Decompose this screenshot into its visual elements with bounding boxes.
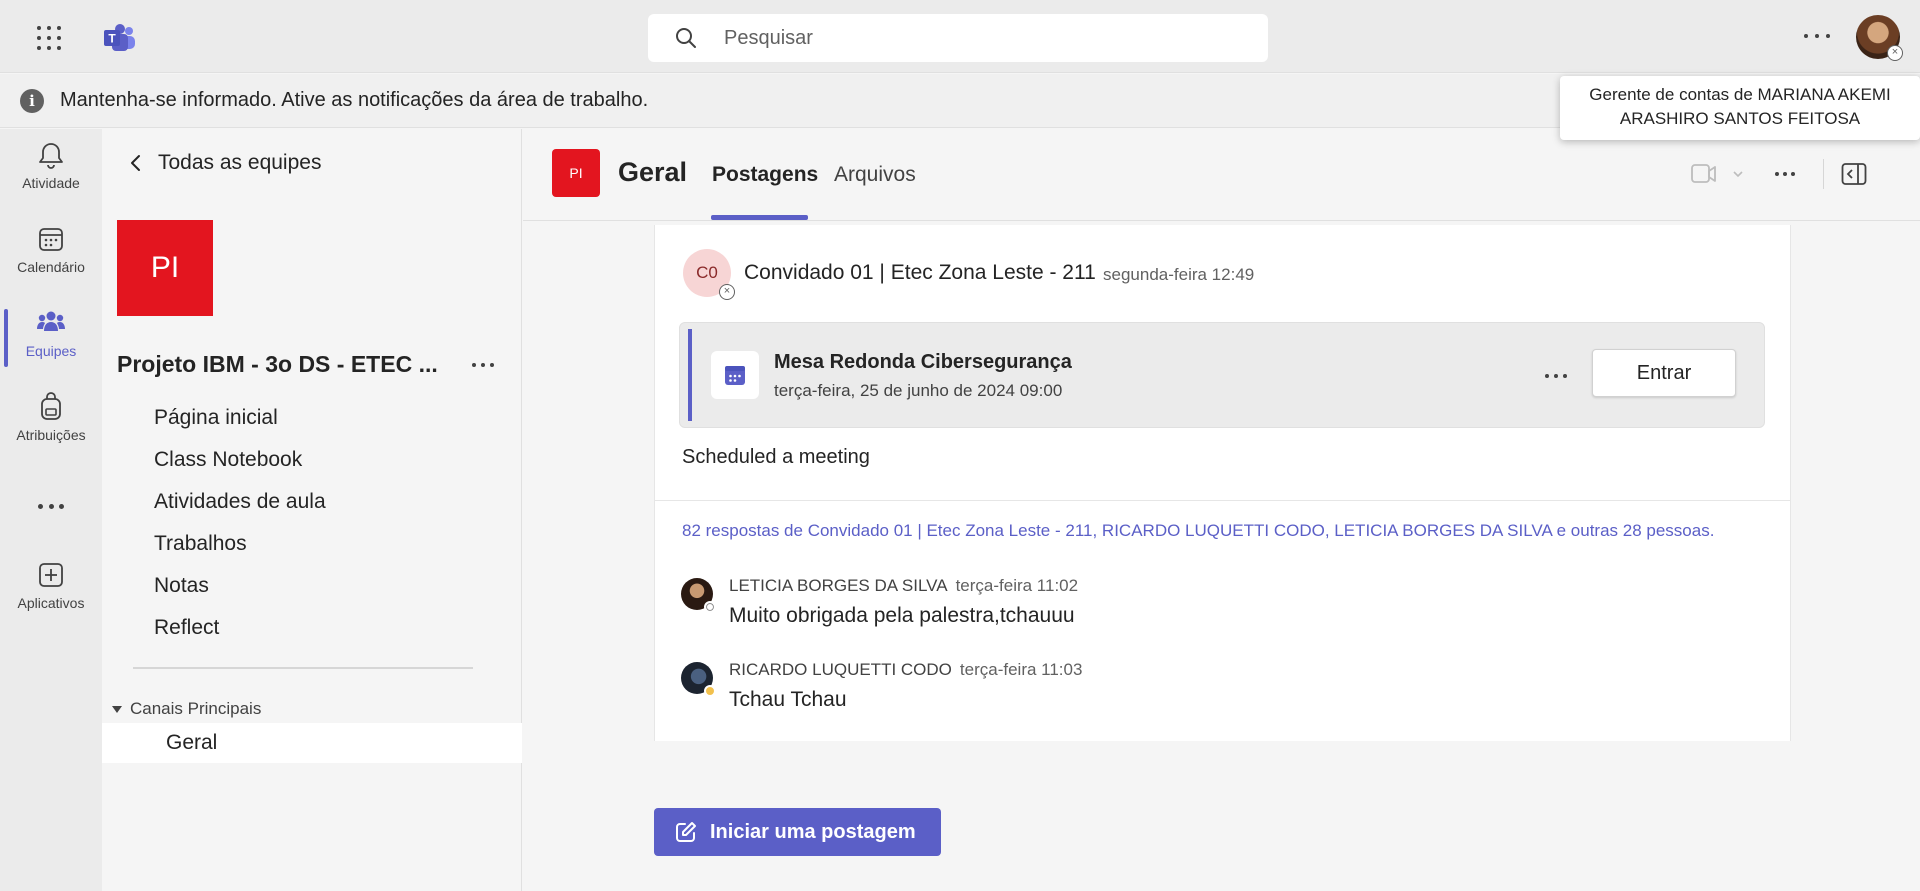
poster-avatar: C0 × — [683, 249, 735, 300]
reply-timestamp: terça-feira 11:03 — [959, 660, 1083, 679]
new-post-label: Iniciar uma postagem — [710, 820, 916, 843]
reply-avatar[interactable] — [681, 662, 716, 697]
meeting-calendar-icon — [711, 351, 759, 399]
separator — [1823, 159, 1824, 189]
team-nav-reflect[interactable]: Reflect — [154, 607, 326, 649]
teams-logo-icon: T — [104, 24, 135, 51]
team-nav-grades[interactable]: Notas — [154, 565, 326, 607]
channel-more-icon[interactable] — [1775, 172, 1795, 176]
status-offline-icon: × — [719, 284, 735, 300]
team-nav: Página inicial Class Notebook Atividades… — [154, 397, 326, 649]
join-meeting-button[interactable]: Entrar — [1592, 349, 1736, 397]
open-panel-icon[interactable] — [1841, 162, 1867, 186]
caret-down-icon — [112, 705, 122, 713]
svg-text:T: T — [108, 32, 116, 46]
teams-icon — [37, 311, 65, 331]
back-to-teams-button[interactable]: Todas as equipes — [126, 151, 321, 175]
rail-label: Aplicativos — [17, 595, 85, 611]
video-call-icon[interactable] — [1691, 163, 1751, 185]
rail-label: Atividade — [22, 175, 80, 191]
reply-message: Tchau Tchau — [729, 688, 847, 711]
more-apps-icon[interactable] — [38, 504, 64, 510]
poster-initials: C0 — [696, 263, 718, 282]
meeting-more-icon[interactable] — [1545, 374, 1567, 378]
reply-item: LETICIA BORGES DA SILVA terça-feira 11:02… — [681, 576, 1761, 636]
team-name: Projeto IBM - 3o DS - ETEC ... — [117, 351, 438, 377]
new-post-button[interactable]: Iniciar uma postagem — [654, 808, 941, 856]
compose-icon — [676, 822, 696, 842]
calendar-icon — [39, 228, 63, 251]
rail-item-apps[interactable]: Aplicativos — [0, 549, 102, 629]
back-label: Todas as equipes — [158, 151, 322, 174]
channel-header: PI Geral Postagens Arquivos — [523, 129, 1920, 221]
team-pane: Todas as equipes PI Projeto IBM - 3o DS … — [102, 129, 522, 891]
app-launcher-icon[interactable] — [37, 26, 65, 50]
team-nav-home[interactable]: Página inicial — [154, 397, 326, 439]
meeting-title: Mesa Redonda Cibersegurança — [774, 351, 1072, 373]
status-away-icon — [704, 685, 716, 697]
reply-message: Muito obrigada pela palestra,tchauuu — [729, 604, 1075, 627]
rail-item-teams[interactable]: Equipes — [0, 297, 102, 377]
top-bar: T × — [0, 0, 1920, 73]
poster-name[interactable]: Convidado 01 | Etec Zona Leste - 211 — [744, 261, 1096, 285]
channel-label: Geral — [166, 731, 218, 754]
rail-label: Atribuições — [16, 427, 86, 443]
meeting-accent-bar — [688, 329, 692, 421]
reply-timestamp: terça-feira 11:02 — [955, 576, 1079, 595]
app-rail: Atividade Calendário Equipes Atribuições… — [0, 129, 102, 891]
rail-label: Equipes — [25, 343, 77, 359]
meeting-date: terça-feira, 25 de junho de 2024 09:00 — [774, 381, 1063, 400]
bell-icon — [39, 143, 63, 169]
channel-item-geral[interactable]: Geral — [102, 723, 522, 763]
tab-posts[interactable]: Postagens — [712, 163, 818, 187]
user-avatar[interactable]: × — [1856, 15, 1903, 61]
rail-item-activity[interactable]: Atividade — [0, 129, 102, 209]
more-options-icon[interactable] — [1804, 24, 1830, 48]
tab-files[interactable]: Arquivos — [834, 163, 916, 187]
reply-author-name[interactable]: LETICIA BORGES DA SILVA — [729, 576, 948, 595]
add-apps-icon — [39, 563, 63, 587]
section-label: Canais Principais — [130, 699, 262, 718]
reply-item: RICARDO LUQUETTI CODO terça-feira 11:03 T… — [681, 660, 1761, 720]
chevron-left-icon — [131, 155, 140, 171]
reply-author: LETICIA BORGES DA SILVA terça-feira 11:02 — [729, 576, 1078, 596]
team-avatar: PI — [117, 220, 213, 316]
reply-author: RICARDO LUQUETTI CODO terça-feira 11:03 — [729, 660, 1082, 680]
backpack-icon — [41, 392, 61, 420]
reply-avatar[interactable] — [681, 578, 716, 613]
search-box[interactable] — [648, 14, 1268, 62]
search-icon — [676, 28, 696, 48]
channel-title: Geral — [618, 157, 688, 187]
rail-item-assignments[interactable]: Atribuições — [0, 381, 102, 461]
status-icon — [704, 601, 716, 613]
channels-section-toggle[interactable]: Canais Principais — [112, 699, 261, 719]
reply-author-name[interactable]: RICARDO LUQUETTI CODO — [729, 660, 952, 679]
account-tooltip: Gerente de contas de MARIANA AKEMI ARASH… — [1560, 76, 1920, 140]
post-text: Scheduled a meeting — [682, 446, 870, 468]
post-card: C0 × Convidado 01 | Etec Zona Leste - 21… — [654, 225, 1791, 741]
rail-label: Calendário — [17, 259, 85, 275]
post-timestamp: segunda-feira 12:49 — [1103, 265, 1255, 284]
search-input[interactable] — [724, 26, 1224, 50]
rail-item-calendar[interactable]: Calendário — [0, 213, 102, 293]
divider — [655, 500, 1790, 501]
active-tab-indicator — [711, 215, 808, 220]
info-icon: i — [20, 88, 44, 113]
channel-main: PI Geral Postagens Arquivos C0 × Convida… — [523, 129, 1920, 891]
banner-text: Mantenha-se informado. Ative as notifica… — [60, 89, 649, 111]
divider — [133, 667, 473, 669]
team-more-icon[interactable] — [472, 363, 494, 369]
team-nav-class-activities[interactable]: Atividades de aula — [154, 481, 326, 523]
channel-team-avatar: PI — [552, 149, 600, 197]
replies-summary-link[interactable]: 82 respostas de Convidado 01 | Etec Zona… — [682, 521, 1714, 541]
meeting-card[interactable]: Mesa Redonda Cibersegurança terça-feira,… — [679, 322, 1765, 428]
status-offline-icon: × — [1887, 45, 1903, 61]
team-nav-assignments[interactable]: Trabalhos — [154, 523, 326, 565]
team-nav-class-notebook[interactable]: Class Notebook — [154, 439, 326, 481]
